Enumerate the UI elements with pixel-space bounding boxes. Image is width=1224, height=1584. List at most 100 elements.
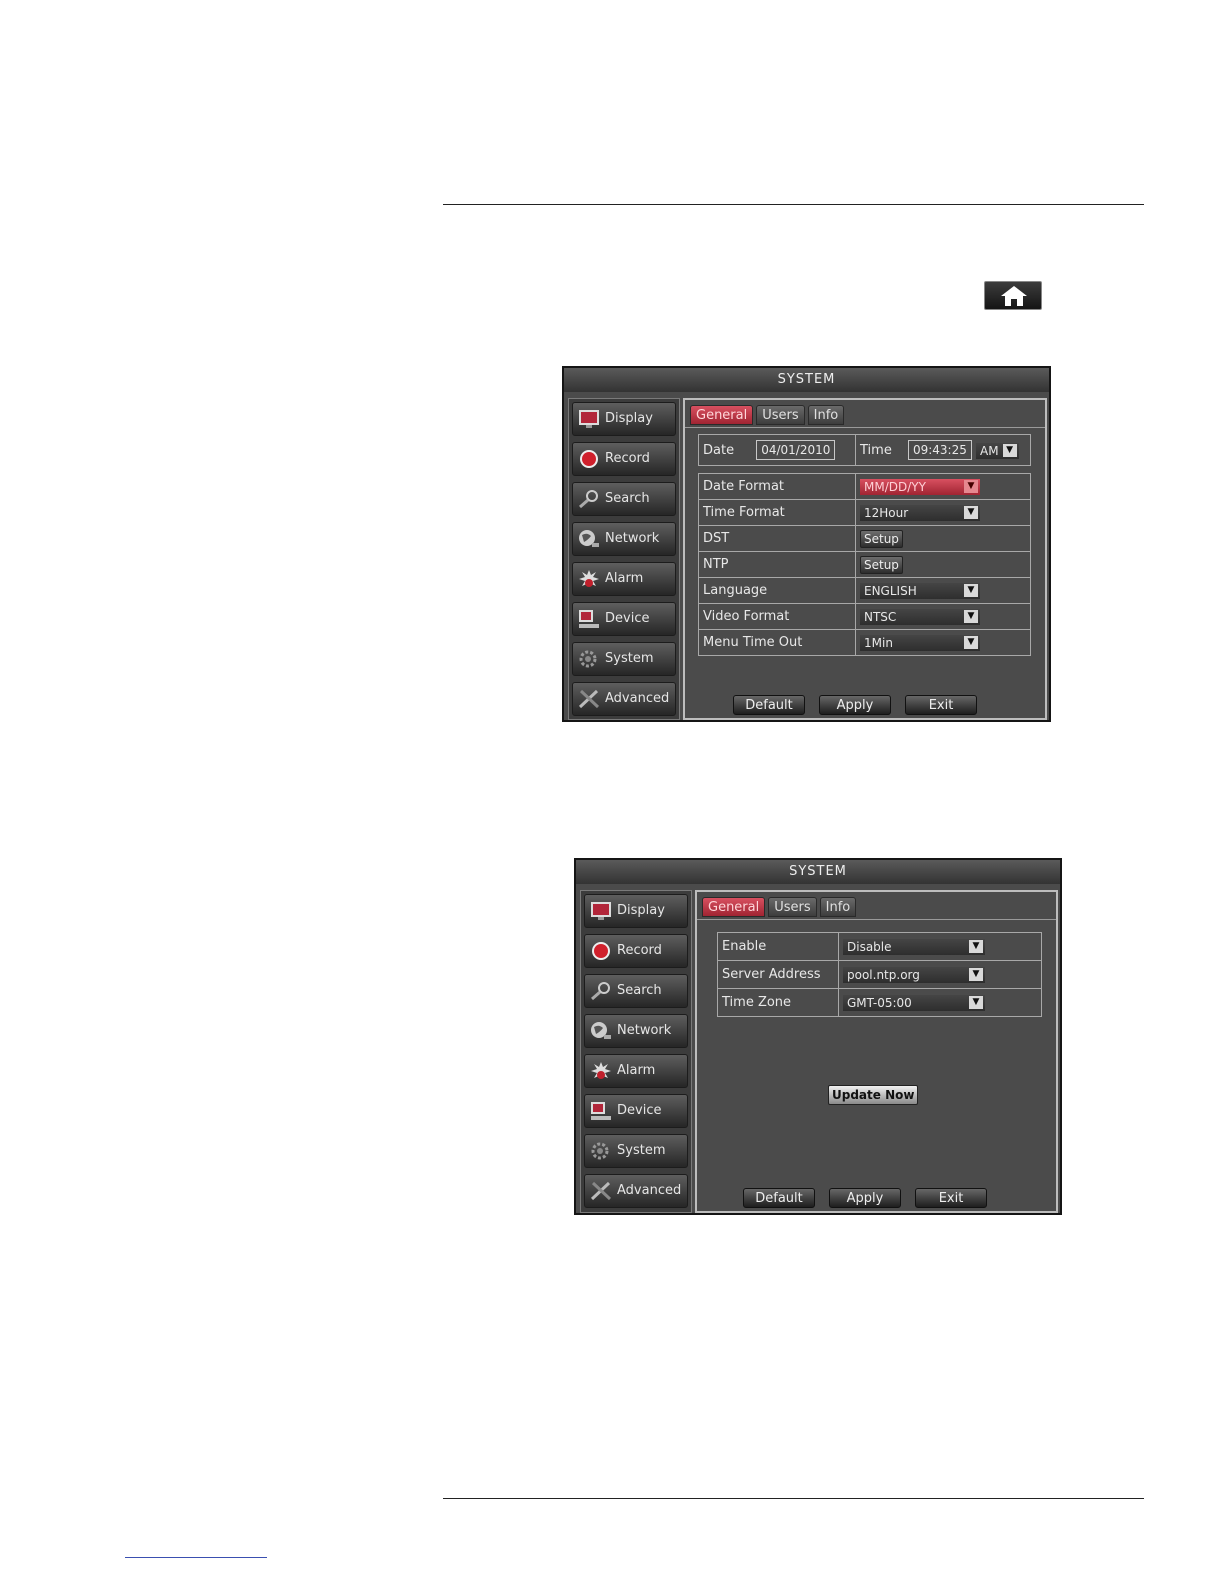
sidebar-item-search[interactable]: Search (584, 974, 688, 1008)
date-time-table: Date 04/01/2010 Time 09:43:25 AM ▼ (698, 434, 1031, 466)
date-format-select[interactable]: MM/DD/YY ▼ (860, 478, 980, 495)
row-label: Time Format (698, 499, 856, 526)
sidebar-item-advanced[interactable]: Advanced (584, 1174, 688, 1208)
main-panel: General Users Info Date 04/01/2010 Time … (683, 398, 1047, 720)
table-row: DST Setup (698, 525, 1031, 552)
sidebar-item-display[interactable]: Display (572, 402, 676, 436)
chevron-down-icon: ▼ (964, 479, 978, 493)
default-button[interactable]: Default (743, 1188, 815, 1208)
update-now-button[interactable]: Update Now (828, 1085, 919, 1105)
tools-icon (578, 689, 600, 709)
home-button[interactable] (984, 281, 1042, 310)
ntp-settings-table: Enable Disable ▼ Server Address pool.ntp.… (717, 932, 1042, 1017)
server-address-select[interactable]: pool.ntp.org ▼ (843, 966, 985, 983)
alarm-icon (591, 1062, 611, 1079)
monitor-icon (579, 410, 599, 428)
exit-button[interactable]: Exit (905, 695, 977, 715)
row-label: DST (698, 525, 856, 552)
device-icon (579, 610, 599, 628)
menu-timeout-select[interactable]: 1Min ▼ (860, 634, 980, 651)
row-label: Menu Time Out (698, 629, 856, 656)
sidebar-menu: Display Record Search Network Alarm Devi… (580, 890, 692, 1213)
tab-divider (697, 919, 1056, 920)
sidebar-item-advanced[interactable]: Advanced (572, 682, 676, 716)
tab-users[interactable]: Users (768, 897, 817, 917)
chevron-down-icon: ▼ (964, 505, 978, 519)
chevron-down-icon: ▼ (969, 967, 983, 981)
tab-info[interactable]: Info (819, 897, 857, 917)
chevron-down-icon: ▼ (964, 635, 978, 649)
chevron-down-icon: ▼ (969, 939, 983, 953)
default-button[interactable]: Default (733, 695, 805, 715)
device-icon (591, 1102, 611, 1120)
globe-icon (579, 530, 599, 547)
sidebar-menu: Display Record Search Network Alarm Devi… (568, 398, 680, 720)
tab-users[interactable]: Users (756, 405, 805, 425)
time-field[interactable]: 09:43:25 (907, 440, 972, 460)
system-window-general: SYSTEM Display Record Search Network Ala… (562, 366, 1051, 722)
row-label: Date Format (698, 473, 856, 500)
sidebar-item-search[interactable]: Search (572, 482, 676, 516)
tab-divider (685, 427, 1045, 428)
row-label: Video Format (698, 603, 856, 630)
chevron-down-icon: ▼ (964, 609, 978, 623)
bottom-rule (443, 1498, 1144, 1499)
ntp-setup-button[interactable]: Setup (860, 555, 903, 574)
row-label: NTP (698, 551, 856, 578)
sidebar-item-alarm[interactable]: Alarm (584, 1054, 688, 1088)
tab-bar: General Users Info (702, 897, 859, 919)
tab-general[interactable]: General (690, 405, 754, 425)
sidebar-item-alarm[interactable]: Alarm (572, 562, 676, 596)
record-icon (580, 450, 598, 468)
language-select[interactable]: ENGLISH ▼ (860, 582, 980, 599)
gear-icon (591, 1142, 609, 1160)
row-label: Time Zone (717, 988, 839, 1017)
sidebar-item-display[interactable]: Display (584, 894, 688, 928)
window-title: SYSTEM (576, 860, 1060, 884)
main-panel: General Users Info Enable Disable ▼ Serve… (695, 890, 1058, 1213)
table-row: Server Address pool.ntp.org ▼ (717, 960, 1042, 989)
home-icon (1001, 286, 1027, 306)
apply-button[interactable]: Apply (829, 1188, 901, 1208)
tab-info[interactable]: Info (807, 405, 845, 425)
sidebar-item-network[interactable]: Network (572, 522, 676, 556)
exit-button[interactable]: Exit (915, 1188, 987, 1208)
time-format-select[interactable]: 12Hour ▼ (860, 504, 980, 521)
table-row: Enable Disable ▼ (717, 932, 1042, 961)
table-row: Menu Time Out 1Min ▼ (698, 629, 1031, 656)
tab-general[interactable]: General (702, 897, 766, 917)
sidebar-item-network[interactable]: Network (584, 1014, 688, 1048)
time-zone-select[interactable]: GMT-05:00 ▼ (843, 994, 985, 1011)
tab-bar: General Users Info (690, 405, 847, 427)
date-field[interactable]: 04/01/2010 (756, 440, 836, 460)
alarm-icon (579, 570, 599, 587)
dst-setup-button[interactable]: Setup (860, 529, 903, 548)
sidebar-item-device[interactable]: Device (584, 1094, 688, 1128)
video-format-select[interactable]: NTSC ▼ (860, 608, 980, 625)
row-label: Enable (717, 932, 839, 961)
table-row: Time Format 12Hour ▼ (698, 499, 1031, 526)
ntp-enable-select[interactable]: Disable ▼ (843, 938, 985, 955)
globe-icon (591, 1022, 611, 1039)
sidebar-item-record[interactable]: Record (584, 934, 688, 968)
table-row: NTP Setup (698, 551, 1031, 578)
row-label: Server Address (717, 960, 839, 989)
table-row: Date Format MM/DD/YY ▼ (698, 473, 1031, 500)
chevron-down-icon: ▼ (969, 995, 983, 1009)
magnifier-icon (579, 490, 598, 509)
footer-link-underline[interactable] (125, 1557, 267, 1558)
record-icon (592, 942, 610, 960)
gear-icon (579, 650, 597, 668)
tools-icon (590, 1181, 612, 1201)
date-label: Date (703, 443, 735, 458)
table-row: Language ENGLISH ▼ (698, 577, 1031, 604)
table-row: Time Zone GMT-05:00 ▼ (717, 988, 1042, 1017)
time-label: Time (860, 443, 892, 458)
row-label: Language (698, 577, 856, 604)
ampm-select[interactable]: AM ▼ (976, 442, 1019, 459)
sidebar-item-system[interactable]: System (584, 1134, 688, 1168)
apply-button[interactable]: Apply (819, 695, 891, 715)
sidebar-item-record[interactable]: Record (572, 442, 676, 476)
sidebar-item-device[interactable]: Device (572, 602, 676, 636)
sidebar-item-system[interactable]: System (572, 642, 676, 676)
